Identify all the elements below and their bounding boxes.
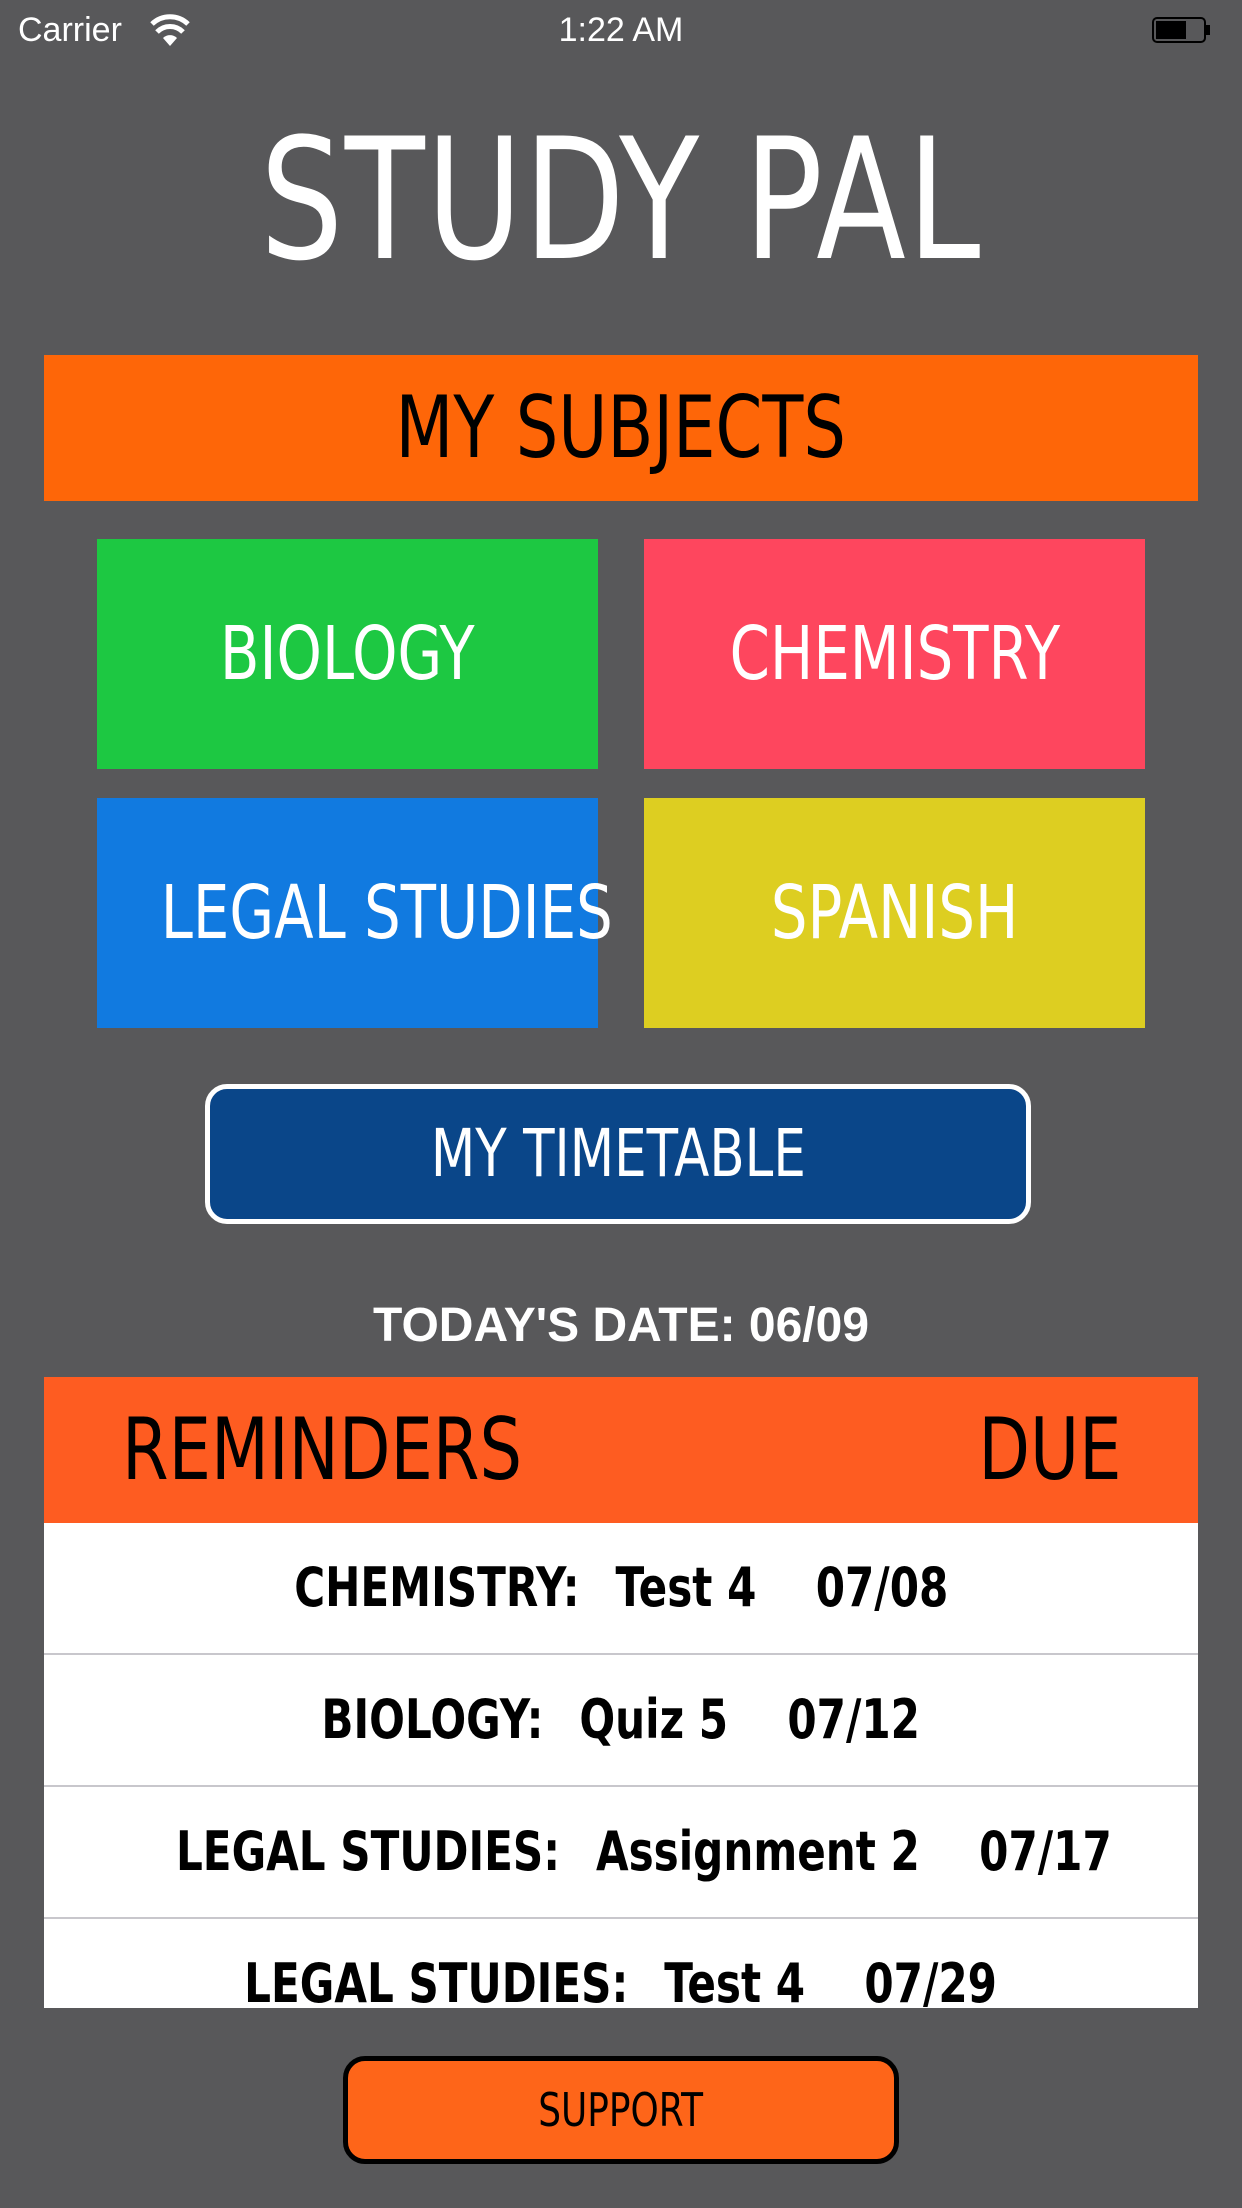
reminder-due: 07/29	[864, 1952, 998, 2008]
reminder-due: 07/17	[979, 1820, 1112, 1883]
todays-date: TODAY'S DATE: 06/09	[372, 1299, 870, 1352]
subject-button-spanish[interactable]: SPANISH	[644, 798, 1145, 1028]
my-timetable-label: MY TIMETABLE	[430, 1115, 806, 1192]
my-timetable-button[interactable]: MY TIMETABLE	[205, 1084, 1031, 1224]
reminder-due: 07/08	[815, 1556, 949, 1619]
app-title: STUDY PAL	[260, 102, 982, 298]
reminder-row[interactable]: LEGAL STUDIES: Test 4 07/29	[44, 1919, 1198, 2008]
my-subjects-label: MY SUBJECTS	[395, 378, 847, 478]
subject-label: CHEMISTRY	[729, 611, 1060, 697]
support-label: SUPPORT	[538, 2083, 704, 2137]
reminders-header: REMINDERS DUE	[44, 1377, 1198, 1523]
battery-icon	[1152, 17, 1210, 43]
subject-label: SPANISH	[770, 870, 1019, 956]
reminder-subject: LEGAL STUDIES:	[244, 1952, 629, 2008]
reminder-task: Quiz 5	[579, 1688, 729, 1751]
reminder-task: Test 4	[664, 1952, 806, 2008]
reminder-row[interactable]: LEGAL STUDIES: Assignment 2 07/17	[44, 1787, 1198, 1919]
support-button[interactable]: SUPPORT	[343, 2056, 899, 2164]
my-subjects-header: MY SUBJECTS	[44, 355, 1198, 501]
reminder-row[interactable]: BIOLOGY: Quiz 5 07/12	[44, 1655, 1198, 1787]
reminders-title: REMINDERS	[122, 1400, 523, 1500]
subject-label: LEGAL STUDIES	[160, 870, 613, 956]
reminder-subject: LEGAL STUDIES:	[175, 1820, 561, 1883]
reminder-due: 07/12	[787, 1688, 921, 1751]
subject-button-chemistry[interactable]: CHEMISTRY	[644, 539, 1145, 769]
reminder-subject: CHEMISTRY:	[293, 1556, 580, 1619]
subject-button-legal-studies[interactable]: LEGAL STUDIES	[97, 798, 613, 1028]
reminder-row[interactable]: CHEMISTRY: Test 4 07/08	[44, 1523, 1198, 1655]
status-bar: Carrier 1:22 AM	[0, 0, 1242, 62]
reminder-task: Assignment 2	[596, 1820, 920, 1883]
due-title: DUE	[978, 1400, 1122, 1500]
reminders-list[interactable]: CHEMISTRY: Test 4 07/08 BIOLOGY: Quiz 5 07/1…	[44, 1523, 1198, 2008]
subject-label: BIOLOGY	[220, 611, 475, 697]
reminder-subject: BIOLOGY:	[321, 1688, 544, 1751]
subject-button-biology[interactable]: BIOLOGY	[97, 539, 598, 769]
status-time: 1:22 AM	[558, 11, 684, 49]
reminder-task: Test 4	[615, 1556, 757, 1619]
